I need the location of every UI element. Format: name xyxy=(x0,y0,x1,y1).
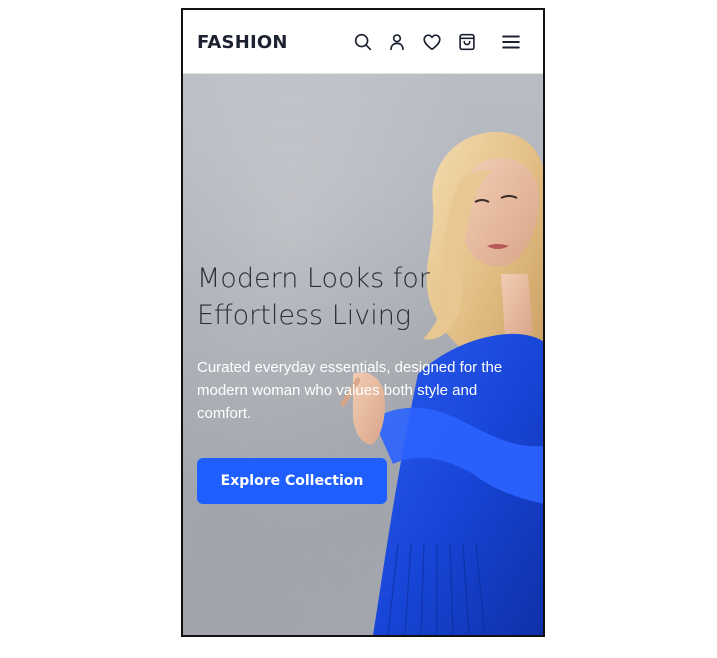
cart-icon[interactable] xyxy=(455,30,479,54)
explore-collection-button[interactable]: Explore Collection xyxy=(197,458,387,504)
hero-title-line-2: Effortless Living xyxy=(197,300,412,331)
hero-subtitle: Curated everyday essentials, designed fo… xyxy=(197,359,503,422)
heart-icon[interactable] xyxy=(420,30,444,54)
site-header: FASHION xyxy=(183,10,543,74)
hero-section: Modern Looks for Effortless Living Curat… xyxy=(183,74,543,635)
search-icon[interactable] xyxy=(351,30,375,54)
hero-title-line-1: Modern Looks for xyxy=(197,263,430,294)
menu-icon[interactable] xyxy=(499,30,523,54)
brand-logo[interactable]: FASHION xyxy=(197,32,288,53)
user-icon[interactable] xyxy=(385,30,409,54)
hero-title: Modern Looks for Effortless Living xyxy=(197,260,457,334)
mobile-frame: FASHION Modern Looks for Effortless Livi… xyxy=(181,8,545,637)
hero-model-image xyxy=(340,131,543,635)
